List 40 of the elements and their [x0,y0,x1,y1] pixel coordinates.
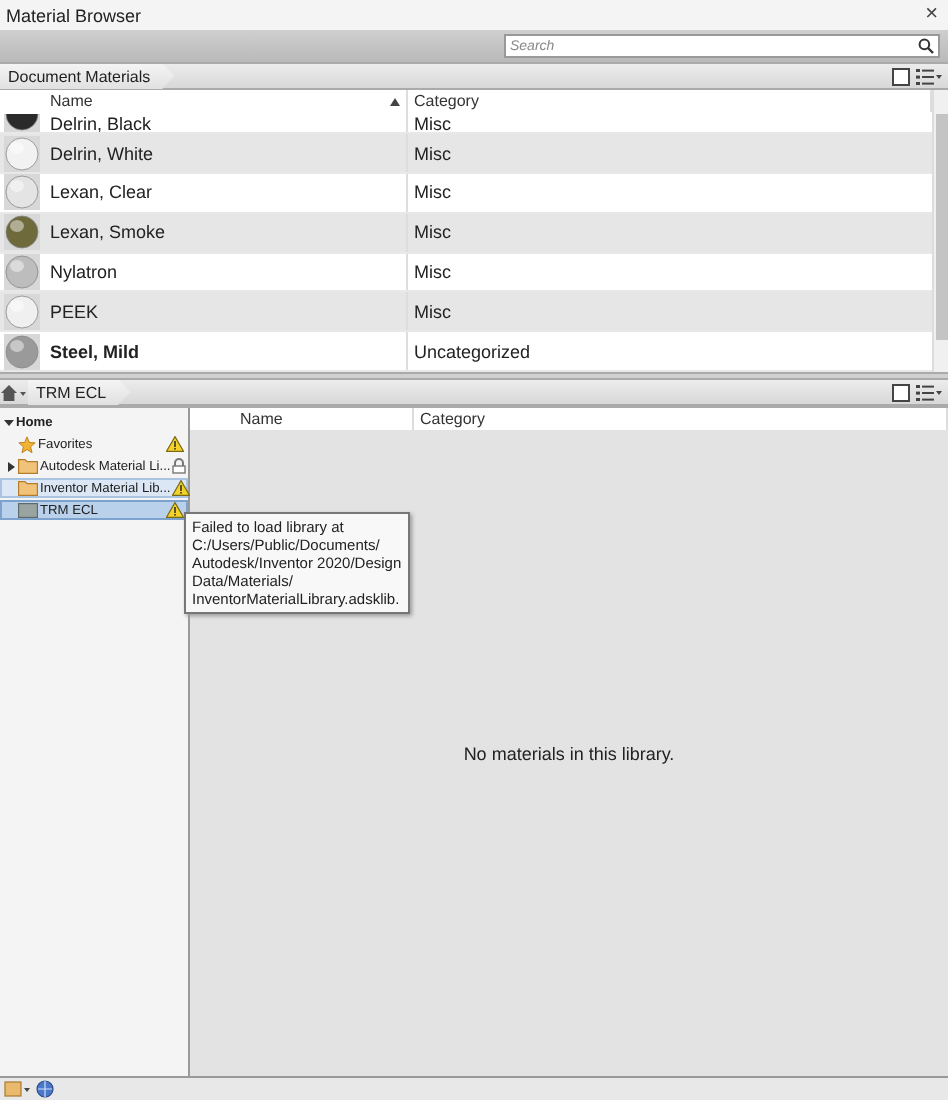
material-name: Delrin, Black [44,112,408,133]
material-name: Lexan, Smoke [44,213,408,252]
empty-message: No materials in this library. [463,743,675,763]
panel-toggle-icon[interactable] [892,383,910,401]
close-button[interactable]: × [925,4,938,26]
list-view-icon[interactable] [916,67,942,85]
home-button[interactable] [0,383,28,401]
material-category: Misc [412,141,453,168]
library-menu-button[interactable] [4,1080,32,1098]
home-icon [0,383,28,401]
breadcrumb-item[interactable]: Document Materials [0,63,175,89]
list-view-icon[interactable] [916,383,942,401]
warning-icon [166,436,184,452]
folder-icon [4,1080,32,1098]
material-name: PEEK [44,292,408,331]
material-name: Lexan, Clear [44,174,408,212]
column-header[interactable]: Category [408,90,932,113]
breadcrumb-item[interactable]: TRM ECL [28,379,131,405]
window-title: Material Browser [6,5,142,25]
sort-arrow-icon [390,97,400,106]
material-category: Misc [412,220,453,247]
warning-icon [166,502,184,518]
material-name: Steel, Mild [44,332,408,370]
material-editor-button[interactable] [36,1080,54,1098]
column-header[interactable]: Category [414,408,948,430]
material-category: Misc [412,299,453,326]
material-category: Misc [412,259,453,286]
warning-icon [172,480,191,496]
material-name: Nylatron [44,253,408,291]
scrollbar[interactable] [932,90,948,372]
material-name: Delrin, White [44,134,408,172]
expand-arrow-icon [8,461,16,471]
material-category: Uncategorized [412,339,533,366]
star-icon [18,435,36,453]
material-category: Misc [412,112,453,133]
globe-icon [36,1080,54,1098]
material-category: Misc [412,180,453,207]
search-icon [918,38,934,54]
panel-toggle-icon[interactable] [892,67,910,85]
library-icon [18,502,38,518]
